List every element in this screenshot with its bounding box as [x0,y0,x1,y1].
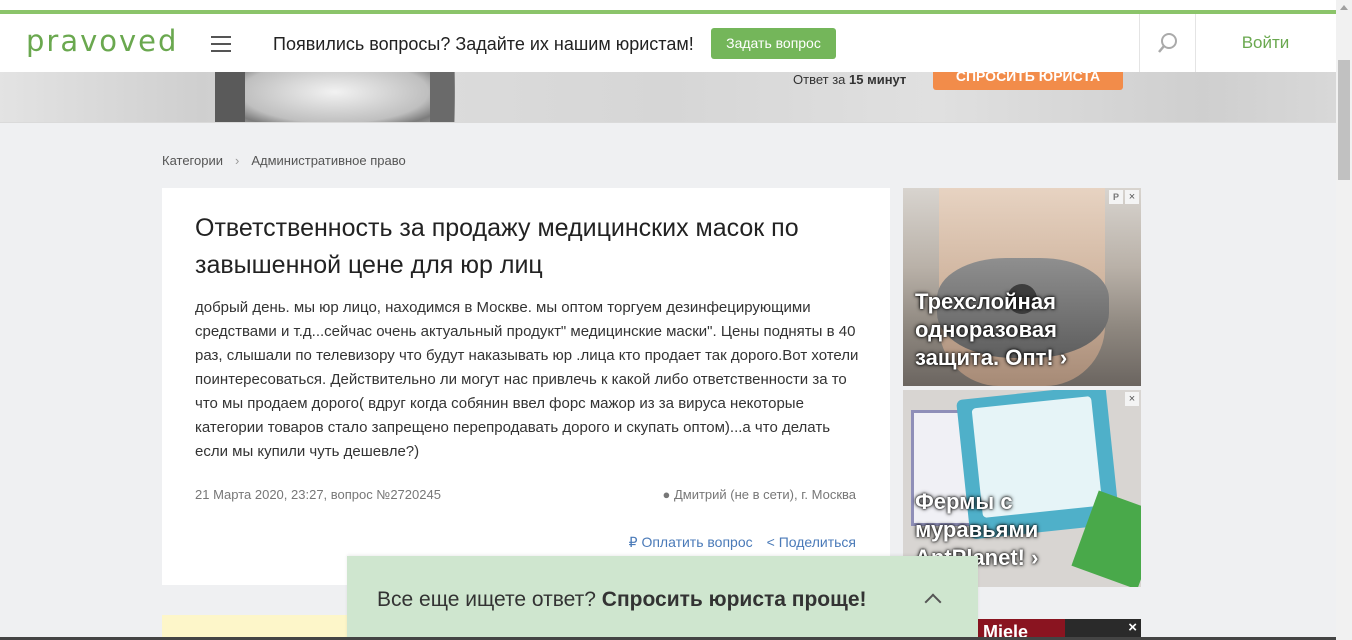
question-body: добрый день. мы юр лицо, находимся в Мос… [195,299,859,460]
breadcrumb-categories[interactable]: Категории [162,153,223,168]
close-icon[interactable]: × [1125,190,1139,204]
answer-time-prefix: Ответ за [793,72,846,87]
ask-question-button[interactable]: Задать вопрос [711,28,836,59]
close-icon[interactable]: × [1128,619,1137,636]
scroll-thumb[interactable] [1338,60,1350,180]
answer-time-value: 15 минут [849,72,907,87]
question-author[interactable]: ● Дмитрий (не в сети), г. Москва [663,487,856,502]
logo[interactable]: pravoved [26,24,178,58]
share-link[interactable]: < Поделиться [767,534,856,550]
sticky-text: Все еще ищете ответ? Спросить юриста про… [377,588,867,612]
chevron-up-icon[interactable] [924,593,942,611]
pay-question-link[interactable]: ₽ Оплатить вопрос [629,534,753,550]
site-header: pravoved Появились вопросы? Задайте их н… [0,14,1336,73]
answer-time-note: Ответ за 15 минут [793,72,906,87]
sticky-bold: Спросить юриста проще! [601,588,867,611]
search-icon [1158,33,1177,53]
ad-mask-text[interactable]: Трехслойная одноразовая защита. Опт! › [915,288,1115,372]
ad-mask[interactable]: Трехслойная одноразовая защита. Опт! › P… [903,188,1141,386]
login-link[interactable]: Войти [1195,14,1336,72]
ask-lawyer-button[interactable]: СПРОСИТЬ ЮРИСТА [933,72,1123,90]
banner-image-detail [215,72,245,122]
banner-image-detail [430,72,454,122]
top-strip [0,0,1352,10]
scroll-up-icon[interactable] [1336,0,1352,16]
breadcrumb-admin-law[interactable]: Административное право [251,153,405,168]
menu-icon[interactable] [211,36,231,52]
breadcrumb: Категории › Административное право [162,153,406,168]
sticky-ask-bar[interactable]: Все еще ищете ответ? Спросить юриста про… [347,556,978,640]
breadcrumb-separator: › [235,153,240,168]
close-icon[interactable]: × [1125,392,1139,406]
promo-banner: Ответ за 15 минут СПРОСИТЬ ЮРИСТА [0,72,1336,123]
banner-image [215,72,455,122]
header-tagline: Появились вопросы? Задайте их нашим юрис… [273,34,694,54]
scrollbar[interactable] [1336,0,1352,640]
question-actions: ₽ Оплатить вопрос < Поделиться [629,534,856,551]
ad-info-icon[interactable]: P [1109,190,1123,204]
question-title: Ответственность за продажу медицинских м… [195,214,799,279]
question-date: 21 Марта 2020, 23:27, вопрос №2720245 [195,487,441,502]
question-card: Ответственность за продажу медицинских м… [162,188,890,585]
sticky-prefix: Все еще ищете ответ? [377,588,596,611]
search-button[interactable] [1139,14,1196,72]
